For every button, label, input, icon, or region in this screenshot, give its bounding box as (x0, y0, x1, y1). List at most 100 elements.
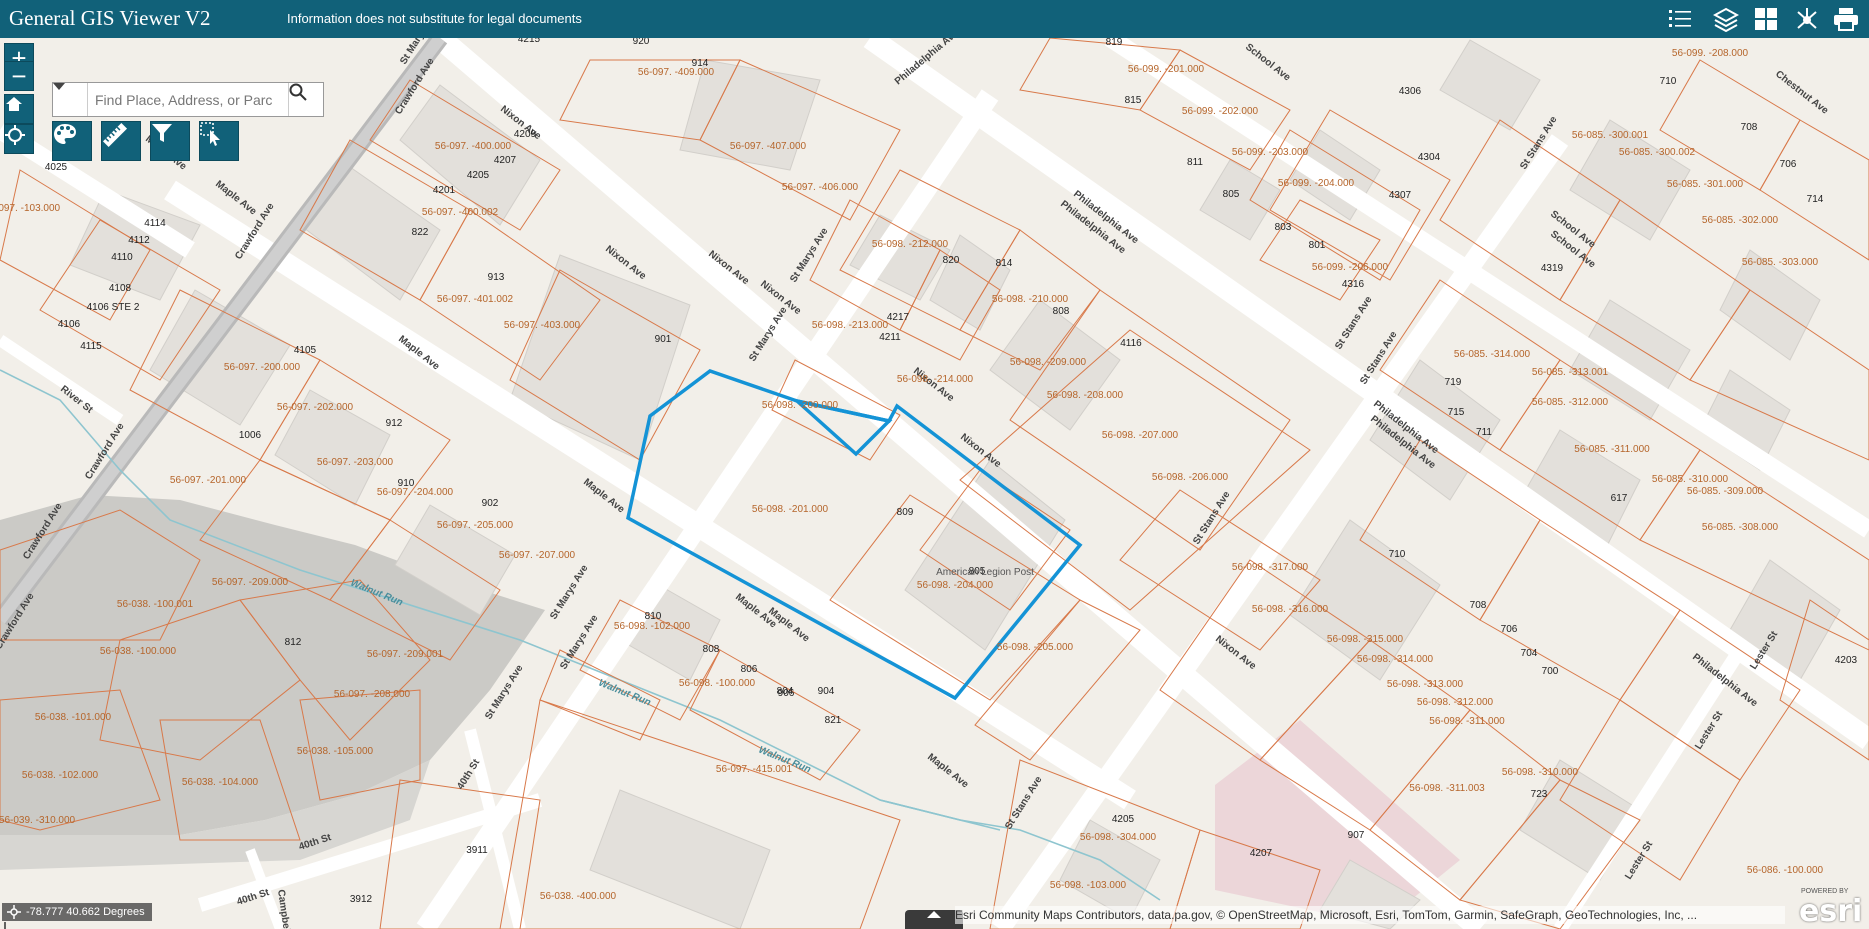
address-label: 901 (655, 334, 672, 345)
parcel-id-label: 56-038. -100.001 (117, 599, 194, 610)
address-label: 1006 (239, 430, 262, 441)
layers-button[interactable] (1710, 3, 1742, 35)
parcel-id-label: 56-097. -407.000 (730, 141, 807, 152)
parcel-id-label: 56-085. -313.001 (1532, 367, 1609, 378)
search-source-dropdown[interactable] (53, 83, 88, 116)
address-label: 723 (1531, 789, 1548, 800)
app-title: General GIS Viewer V2 (9, 6, 211, 30)
filter-icon (152, 124, 172, 142)
esri-logo[interactable]: POWERED BY esri (1795, 888, 1865, 929)
address-label: 4106 STE 2 (87, 302, 140, 313)
parcel-id-label: 56-098. -316.000 (1252, 604, 1329, 615)
parcel-id-label: 56-098. -311.000 (1429, 716, 1505, 727)
address-label: 912 (386, 418, 403, 429)
parcel-id-label: 56-098. -205.000 (997, 642, 1074, 653)
parcel-id-label: 56-097. -205.000 (437, 520, 514, 531)
address-label: 820 (943, 255, 960, 266)
parcel-id-label: 56-098. -200.000 (762, 400, 839, 411)
share-button[interactable] (1791, 3, 1823, 35)
road-label: St Stans Ave (1003, 774, 1045, 831)
parcel-id-label: 56-098. -214.000 (897, 374, 974, 385)
address-label: 809 (897, 507, 914, 518)
basemap-gallery-icon (1755, 8, 1777, 30)
address-label: 710 (1389, 549, 1406, 560)
draw-tool-button[interactable] (52, 121, 92, 161)
address-label: 715 (1448, 407, 1465, 418)
basemap-gallery-button[interactable] (1750, 3, 1782, 35)
address-label: 4217 (887, 312, 910, 323)
parcel-id-label: 56-098. -314.000 (1357, 654, 1434, 665)
parcel-id-label: 56-097. -400.002 (422, 207, 499, 218)
parcel-id-label: 56-098. -310.000 (1502, 767, 1579, 778)
address-label: 810 (645, 611, 662, 622)
parcel-id-label: 56-085. -311.000 (1574, 444, 1650, 455)
address-label: 706 (1501, 624, 1518, 635)
esri-wordmark: esri (1799, 894, 1863, 929)
parcel-id-label: 56-097. -204.000 (377, 487, 454, 498)
coordinate-readout[interactable]: -78.777 40.662 Degrees (2, 903, 152, 921)
address-label: 821 (825, 715, 842, 726)
address-label: 719 (1445, 377, 1462, 388)
parcel-id-label: 56-098. -100.000 (679, 678, 756, 689)
address-label: 808 (703, 644, 720, 655)
parcel-id-label: 56-085. -310.000 (1652, 474, 1729, 485)
address-label: 4215 (518, 38, 541, 45)
parcel-id-label: 56-099. -208.000 (1672, 48, 1749, 59)
parcel-id-label: 56-085. -300.001 (1572, 130, 1649, 141)
chevron-up-icon (927, 911, 941, 918)
address-label: 708 (1470, 600, 1487, 611)
parcel-id-label: 56-098. -204.000 (917, 580, 994, 591)
address-label: 711 (1476, 427, 1492, 438)
parcel-id-label: 56-038. -104.000 (182, 777, 259, 788)
address-label: 710 (1660, 76, 1677, 87)
place-label: American Legion Post (936, 567, 1034, 578)
map-attribution: Esri Community Maps Contributors, data.p… (955, 906, 1785, 924)
parcel-id-label: 56-085. -314.000 (1454, 349, 1531, 360)
parcel-id-label: 56-097. -401.002 (437, 294, 514, 305)
parcel-id-label: 56-098. -209.000 (1010, 357, 1087, 368)
search-button[interactable] (288, 83, 323, 116)
address-label: 913 (488, 272, 505, 283)
address-label: 4304 (1418, 152, 1441, 163)
address-label: 920 (633, 38, 650, 47)
parcel-id-label: 56-097. -200.000 (224, 362, 301, 373)
parcel-id-label: 56-097. -209.000 (212, 577, 289, 588)
address-label: 4319 (1541, 263, 1564, 274)
parcel-id-label: 56-098. -201.000 (752, 504, 829, 515)
select-tool-button[interactable] (199, 121, 239, 161)
measure-ruler-icon (102, 122, 128, 148)
address-label: 708 (1741, 122, 1758, 133)
parcel-id-label: 56-097. -403.000 (504, 320, 581, 331)
address-label: 3912 (350, 894, 373, 905)
address-label: 819 (1106, 38, 1123, 48)
parcel-id-label: 56-098. -212.000 (872, 239, 949, 250)
zoom-out-button[interactable]: − (4, 61, 34, 91)
map-canvas[interactable]: Nixon AveNixon Ave Nixon AveNixon AveNixo… (0, 38, 1869, 929)
address-label: 4114 (144, 218, 166, 229)
address-label: 907 (1348, 830, 1365, 841)
search-widget (52, 82, 324, 117)
address-label: 4025 (45, 162, 68, 173)
legend-button[interactable] (1664, 3, 1696, 35)
address-label: 4115 (80, 341, 102, 352)
parcel-id-label: 56-098. -213.000 (812, 320, 889, 331)
parcel-id-label: 56-085. -302.000 (1702, 215, 1779, 226)
map-view[interactable]: Nixon Ave Nixon Ave Nixon Ave Nixon Ave Nixo… (0, 38, 1869, 929)
parcel-id-label: 56-097. -202.000 (277, 402, 354, 413)
road-label: Nixon Ave (958, 432, 1003, 471)
parcel-id-label: 56-085. -303.000 (1742, 257, 1819, 268)
road-label: St Marys Ave (788, 226, 830, 285)
search-input[interactable] (93, 89, 287, 111)
address-label: 4201 (433, 185, 456, 196)
parcel-id-label: 56-098. -315.000 (1327, 634, 1404, 645)
parcel-id-label: 56-097. -208.000 (334, 689, 411, 700)
locate-button[interactable] (4, 124, 34, 154)
road-label: Maple Ave (925, 752, 971, 791)
filter-tool-button[interactable] (150, 121, 190, 161)
print-button[interactable] (1830, 3, 1862, 35)
home-icon (6, 97, 22, 111)
address-label: 617 (1611, 493, 1628, 504)
search-icon (289, 83, 307, 101)
home-button[interactable] (4, 94, 34, 124)
measure-tool-button[interactable] (101, 121, 141, 161)
